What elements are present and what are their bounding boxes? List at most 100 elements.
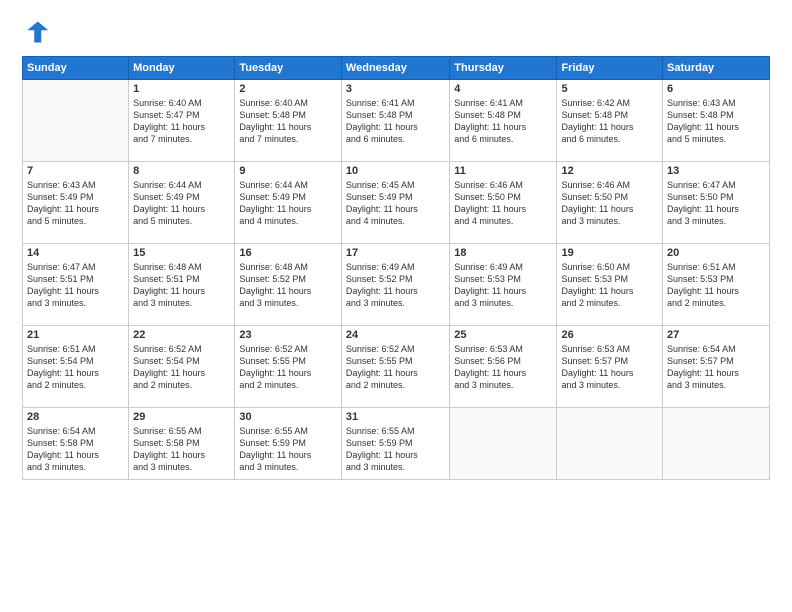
day-number: 4 (454, 83, 552, 95)
day-number: 21 (27, 329, 124, 341)
weekday-header-friday: Friday (557, 57, 663, 80)
day-number: 26 (561, 329, 658, 341)
weekday-header-monday: Monday (129, 57, 235, 80)
calendar-cell: 24 Sunrise: 6:52 AM Sunset: 5:55 PM Dayli… (341, 326, 449, 408)
calendar-cell: 3Sunrise: 6:41 AM Sunset: 5:48 PM Daylig… (341, 80, 449, 162)
day-info: Sunrise: 6:44 AM Sunset: 5:49 PM Dayligh… (239, 179, 337, 228)
day-info: Sunrise: 6:51 AM Sunset: 5:53 PM Dayligh… (667, 261, 765, 310)
day-number: 19 (561, 247, 658, 259)
day-info: Sunrise: 6:40 AM Sunset: 5:47 PM Dayligh… (133, 97, 230, 146)
calendar-cell: 22 Sunrise: 6:52 AM Sunset: 5:54 PM Dayli… (129, 326, 235, 408)
day-info: Sunrise: 6:41 AM Sunset: 5:48 PM Dayligh… (346, 97, 445, 146)
day-number: 10 (346, 165, 445, 177)
calendar-cell: 27 Sunrise: 6:54 AM Sunset: 5:57 PM Dayli… (663, 326, 770, 408)
day-info: Sunrise: 6:45 AM Sunset: 5:49 PM Dayligh… (346, 179, 445, 228)
day-number: 6 (667, 83, 765, 95)
day-info: Sunrise: 6:40 AM Sunset: 5:48 PM Dayligh… (239, 97, 337, 146)
calendar-cell: 26 Sunrise: 6:53 AM Sunset: 5:57 PM Dayli… (557, 326, 663, 408)
page: SundayMondayTuesdayWednesdayThursdayFrid… (0, 0, 792, 612)
calendar-cell: 7 Sunrise: 6:43 AM Sunset: 5:49 PM Daylig… (23, 162, 129, 244)
calendar-cell: 30Sunrise: 6:55 AM Sunset: 5:59 PM Dayli… (235, 408, 342, 480)
calendar-cell: 12Sunrise: 6:46 AM Sunset: 5:50 PM Dayli… (557, 162, 663, 244)
day-number: 1 (133, 83, 230, 95)
day-info: Sunrise: 6:47 AM Sunset: 5:50 PM Dayligh… (667, 179, 765, 228)
day-info: Sunrise: 6:46 AM Sunset: 5:50 PM Dayligh… (454, 179, 552, 228)
week-row-5: 28 Sunrise: 6:54 AM Sunset: 5:58 PM Dayli… (23, 408, 770, 480)
day-info: Sunrise: 6:51 AM Sunset: 5:54 PM Dayligh… (27, 343, 124, 392)
calendar-cell: 17Sunrise: 6:49 AM Sunset: 5:52 PM Dayli… (341, 244, 449, 326)
calendar-cell (450, 408, 557, 480)
day-number: 25 (454, 329, 552, 341)
day-number: 7 (27, 165, 124, 177)
day-number: 28 (27, 411, 124, 423)
weekday-header-thursday: Thursday (450, 57, 557, 80)
day-info: Sunrise: 6:41 AM Sunset: 5:48 PM Dayligh… (454, 97, 552, 146)
day-number: 27 (667, 329, 765, 341)
calendar-cell: 21 Sunrise: 6:51 AM Sunset: 5:54 PM Dayli… (23, 326, 129, 408)
week-row-4: 21 Sunrise: 6:51 AM Sunset: 5:54 PM Dayli… (23, 326, 770, 408)
weekday-header-sunday: Sunday (23, 57, 129, 80)
day-number: 9 (239, 165, 337, 177)
day-info: Sunrise: 6:43 AM Sunset: 5:48 PM Dayligh… (667, 97, 765, 146)
header (22, 18, 770, 46)
week-row-2: 7 Sunrise: 6:43 AM Sunset: 5:49 PM Daylig… (23, 162, 770, 244)
calendar-cell: 25 Sunrise: 6:53 AM Sunset: 5:56 PM Dayli… (450, 326, 557, 408)
day-number: 20 (667, 247, 765, 259)
day-info: Sunrise: 6:55 AM Sunset: 5:59 PM Dayligh… (346, 425, 445, 474)
day-number: 31 (346, 411, 445, 423)
calendar-cell: 18 Sunrise: 6:49 AM Sunset: 5:53 PM Dayli… (450, 244, 557, 326)
weekday-header-saturday: Saturday (663, 57, 770, 80)
day-number: 11 (454, 165, 552, 177)
calendar-cell: 29 Sunrise: 6:55 AM Sunset: 5:58 PM Dayli… (129, 408, 235, 480)
day-info: Sunrise: 6:42 AM Sunset: 5:48 PM Dayligh… (561, 97, 658, 146)
day-number: 14 (27, 247, 124, 259)
day-info: Sunrise: 6:53 AM Sunset: 5:56 PM Dayligh… (454, 343, 552, 392)
day-info: Sunrise: 6:52 AM Sunset: 5:54 PM Dayligh… (133, 343, 230, 392)
day-info: Sunrise: 6:48 AM Sunset: 5:52 PM Dayligh… (239, 261, 337, 310)
day-number: 17 (346, 247, 445, 259)
day-number: 22 (133, 329, 230, 341)
day-number: 5 (561, 83, 658, 95)
calendar: SundayMondayTuesdayWednesdayThursdayFrid… (22, 56, 770, 480)
day-number: 12 (561, 165, 658, 177)
day-number: 16 (239, 247, 337, 259)
day-info: Sunrise: 6:50 AM Sunset: 5:53 PM Dayligh… (561, 261, 658, 310)
day-info: Sunrise: 6:54 AM Sunset: 5:58 PM Dayligh… (27, 425, 124, 474)
day-number: 24 (346, 329, 445, 341)
calendar-cell: 9 Sunrise: 6:44 AM Sunset: 5:49 PM Daylig… (235, 162, 342, 244)
day-info: Sunrise: 6:52 AM Sunset: 5:55 PM Dayligh… (346, 343, 445, 392)
logo-icon (22, 18, 50, 46)
week-row-3: 14 Sunrise: 6:47 AM Sunset: 5:51 PM Dayli… (23, 244, 770, 326)
day-info: Sunrise: 6:53 AM Sunset: 5:57 PM Dayligh… (561, 343, 658, 392)
day-info: Sunrise: 6:54 AM Sunset: 5:57 PM Dayligh… (667, 343, 765, 392)
calendar-cell (23, 80, 129, 162)
calendar-cell: 28 Sunrise: 6:54 AM Sunset: 5:58 PM Dayli… (23, 408, 129, 480)
calendar-cell (663, 408, 770, 480)
day-number: 18 (454, 247, 552, 259)
day-number: 29 (133, 411, 230, 423)
day-info: Sunrise: 6:48 AM Sunset: 5:51 PM Dayligh… (133, 261, 230, 310)
day-info: Sunrise: 6:49 AM Sunset: 5:53 PM Dayligh… (454, 261, 552, 310)
day-number: 8 (133, 165, 230, 177)
calendar-cell: 4 Sunrise: 6:41 AM Sunset: 5:48 PM Daylig… (450, 80, 557, 162)
day-info: Sunrise: 6:55 AM Sunset: 5:58 PM Dayligh… (133, 425, 230, 474)
day-number: 2 (239, 83, 337, 95)
calendar-cell: 19 Sunrise: 6:50 AM Sunset: 5:53 PM Dayli… (557, 244, 663, 326)
calendar-cell: 8 Sunrise: 6:44 AM Sunset: 5:49 PM Daylig… (129, 162, 235, 244)
day-number: 15 (133, 247, 230, 259)
day-info: Sunrise: 6:43 AM Sunset: 5:49 PM Dayligh… (27, 179, 124, 228)
weekday-header-wednesday: Wednesday (341, 57, 449, 80)
calendar-cell: 5 Sunrise: 6:42 AM Sunset: 5:48 PM Daylig… (557, 80, 663, 162)
calendar-cell: 23Sunrise: 6:52 AM Sunset: 5:55 PM Dayli… (235, 326, 342, 408)
weekday-header-row: SundayMondayTuesdayWednesdayThursdayFrid… (23, 57, 770, 80)
calendar-cell: 10 Sunrise: 6:45 AM Sunset: 5:49 PM Dayli… (341, 162, 449, 244)
day-number: 13 (667, 165, 765, 177)
week-row-1: 1 Sunrise: 6:40 AM Sunset: 5:47 PM Daylig… (23, 80, 770, 162)
weekday-header-tuesday: Tuesday (235, 57, 342, 80)
calendar-cell: 2 Sunrise: 6:40 AM Sunset: 5:48 PM Daylig… (235, 80, 342, 162)
calendar-cell: 1 Sunrise: 6:40 AM Sunset: 5:47 PM Daylig… (129, 80, 235, 162)
day-number: 23 (239, 329, 337, 341)
day-info: Sunrise: 6:44 AM Sunset: 5:49 PM Dayligh… (133, 179, 230, 228)
day-info: Sunrise: 6:47 AM Sunset: 5:51 PM Dayligh… (27, 261, 124, 310)
calendar-cell: 11 Sunrise: 6:46 AM Sunset: 5:50 PM Dayli… (450, 162, 557, 244)
